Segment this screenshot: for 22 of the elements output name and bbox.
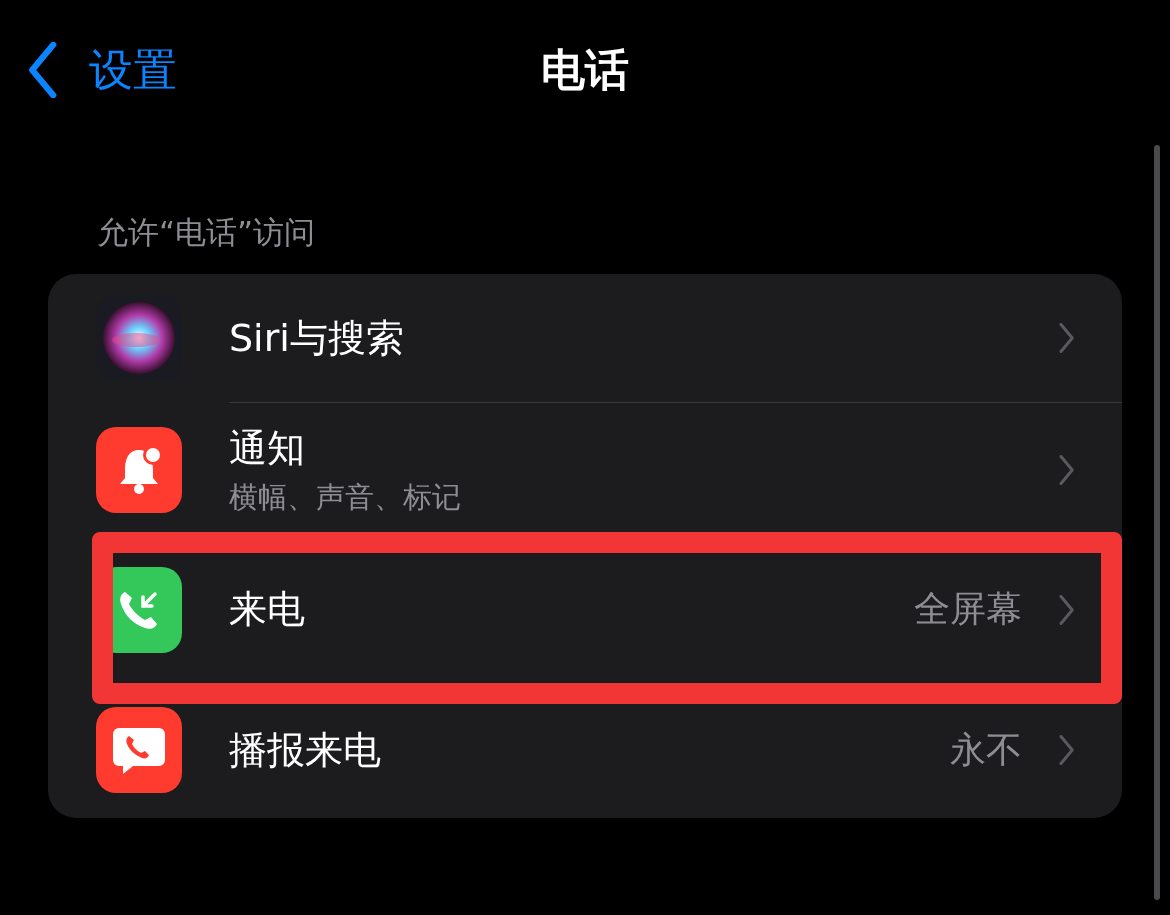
chevron-icon — [1057, 455, 1074, 485]
back-chevron-icon — [28, 42, 59, 98]
row-subtitle: 横幅、声音、标记 — [229, 478, 462, 516]
row-label: 来电 — [229, 586, 306, 633]
chevron-icon — [1057, 735, 1074, 765]
settings-row[interactable]: 通知 横幅、声音、标记 — [48, 402, 1122, 537]
settings-row[interactable]: 播报来电 永不 — [48, 682, 1122, 818]
page-title: 电话 — [541, 42, 629, 97]
chevron-icon — [1057, 323, 1074, 353]
row-label: 通知 — [229, 424, 306, 472]
siri-orb-icon — [96, 295, 182, 381]
chevron-icon — [1057, 594, 1074, 625]
row-value: 全屏幕 — [913, 587, 1022, 631]
settings-row[interactable]: 来电 全屏幕 — [48, 537, 1122, 682]
row-value: 永不 — [949, 727, 1022, 772]
row-label: Siri与搜索 — [229, 314, 405, 362]
settings-row[interactable]: Siri与搜索 — [48, 274, 1122, 402]
back-button[interactable]: 设置 — [28, 40, 177, 100]
section-header: 允许“电话”访问 — [97, 213, 317, 252]
row-label: 播报来电 — [229, 726, 382, 774]
bell-icon — [96, 426, 182, 513]
phone-bubble-icon — [96, 707, 182, 793]
